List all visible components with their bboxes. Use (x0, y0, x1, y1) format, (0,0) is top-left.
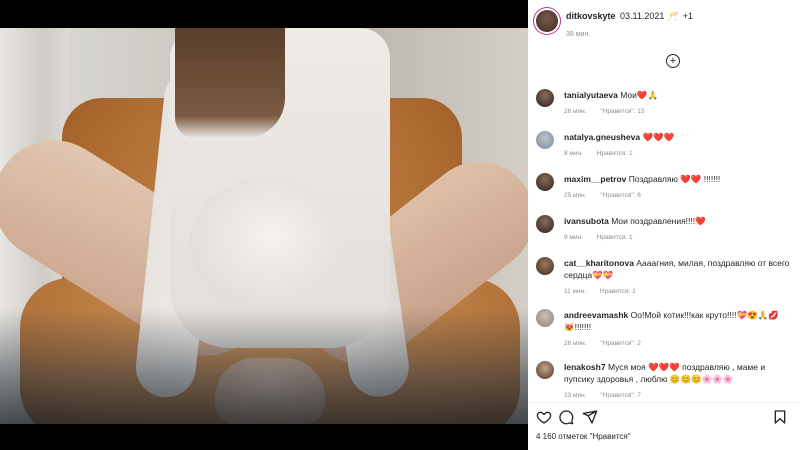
commenter-avatar[interactable] (536, 361, 554, 379)
comment-body: ivansubota Мои поздравления!!!!❤️ (564, 215, 792, 227)
comment-meta: 8 мин. Нравится: 1 (564, 150, 645, 157)
comment-meta: 23 мин. "Нравится": 7 (564, 392, 653, 399)
comment-username[interactable]: natalya.gneusheva (564, 132, 640, 142)
commenter-avatar[interactable] (536, 215, 554, 233)
action-bar (528, 402, 800, 430)
comment-username[interactable]: andreevamashk (564, 310, 628, 320)
photo-hair (175, 28, 285, 138)
comment-text: Мои❤️🙏 (620, 90, 659, 100)
comment-username[interactable]: tanialyutaeva (564, 90, 618, 100)
plus-count[interactable]: +1 (683, 11, 693, 21)
author-line: ditkovskyte 03.11.2021 🥂 +1 (566, 11, 693, 22)
extra-emoji: 🥂 (666, 11, 679, 21)
comment-meta: 9 мин. Нравится: 1 (564, 234, 645, 241)
comment-body: tanialyutaeva Мои❤️🙏 (564, 89, 792, 101)
add-icon[interactable]: + (666, 54, 680, 68)
comment-meta: 26 мин. "Нравится": 15 (564, 108, 656, 115)
post-photo[interactable] (0, 28, 528, 424)
photo-belly (190, 178, 340, 308)
heart-icon[interactable] (536, 409, 552, 425)
comment-body: cat__kharitonova Аааагния, милая, поздра… (564, 257, 792, 281)
comment-meta: 25 мин. "Нравится": 6 (564, 192, 653, 199)
commenter-avatar[interactable] (536, 131, 554, 149)
author-username[interactable]: ditkovskyte (566, 11, 616, 21)
share-icon[interactable] (582, 409, 598, 425)
comment-likes[interactable]: "Нравится": 6 (600, 192, 641, 199)
comment-username[interactable]: maxim__petrov (564, 174, 626, 184)
comment-body: andreevamashk Оо!Мой котик!!!как круто!!… (564, 309, 792, 333)
comment-time: 8 мин. (564, 150, 583, 157)
author-avatar[interactable] (536, 10, 558, 32)
comment-icon[interactable] (558, 409, 574, 425)
comment-time: 26 мин. (564, 340, 587, 347)
likes-count[interactable]: 4 160 отметок "Нравится" (536, 432, 631, 441)
commenter-avatar[interactable] (536, 257, 554, 275)
commenter-avatar[interactable] (536, 89, 554, 107)
comment-time: 26 мин. (564, 108, 587, 115)
comment-text: Мои поздравления!!!!❤️ (611, 216, 706, 226)
comment-username[interactable]: ivansubota (564, 216, 609, 226)
comment-time: 25 мин. (564, 192, 587, 199)
comment-meta: 11 мин. Нравится: 1 (564, 288, 648, 295)
bookmark-icon[interactable] (772, 409, 788, 425)
commenter-avatar[interactable] (536, 173, 554, 191)
comment-time: 11 мин. (564, 288, 587, 295)
comment-likes[interactable]: Нравится: 1 (597, 150, 633, 157)
comment-likes[interactable]: Нравится: 1 (600, 288, 636, 295)
post-modal: ditkovskyte 03.11.2021 🥂 +1 38 мин. + ta… (0, 0, 800, 450)
photo-shadow (0, 308, 528, 424)
comment-time: 23 мин. (564, 392, 587, 399)
comment-body: natalya.gneusheva ❤️❤️❤️ (564, 131, 792, 143)
comments-list: tanialyutaeva Мои❤️🙏 26 мин. "Нравится":… (528, 82, 800, 400)
side-panel: ditkovskyte 03.11.2021 🥂 +1 38 мин. + ta… (528, 0, 800, 450)
comment-likes[interactable]: "Нравится": 15 (600, 108, 644, 115)
comment-username[interactable]: cat__kharitonova (564, 258, 634, 268)
comment-text: Поздравляю ❤️❤️ !!!!!!! (628, 174, 721, 184)
post-date: 03.11.2021 (620, 11, 665, 21)
commenter-avatar[interactable] (536, 309, 554, 327)
comment-likes[interactable]: "Нравится": 2 (600, 340, 641, 347)
comment-username[interactable]: lenakosh7 (564, 362, 606, 372)
post-header: ditkovskyte 03.11.2021 🥂 +1 38 мин. (528, 0, 800, 52)
comment-time: 9 мин. (564, 234, 583, 241)
comment-likes[interactable]: "Нравится": 7 (600, 392, 641, 399)
comment-likes[interactable]: Нравится: 1 (597, 234, 633, 241)
post-time-ago: 38 мин. (566, 31, 591, 38)
photo-pane (0, 0, 528, 450)
comment-meta: 26 мин. "Нравится": 2 (564, 340, 653, 347)
comment-body: maxim__petrov Поздравляю ❤️❤️ !!!!!!! (564, 173, 792, 185)
comment-body: lenakosh7 Муся моя ❤️❤️❤️ поздравляю , м… (564, 361, 792, 385)
comment-text: ❤️❤️❤️ (642, 132, 675, 142)
